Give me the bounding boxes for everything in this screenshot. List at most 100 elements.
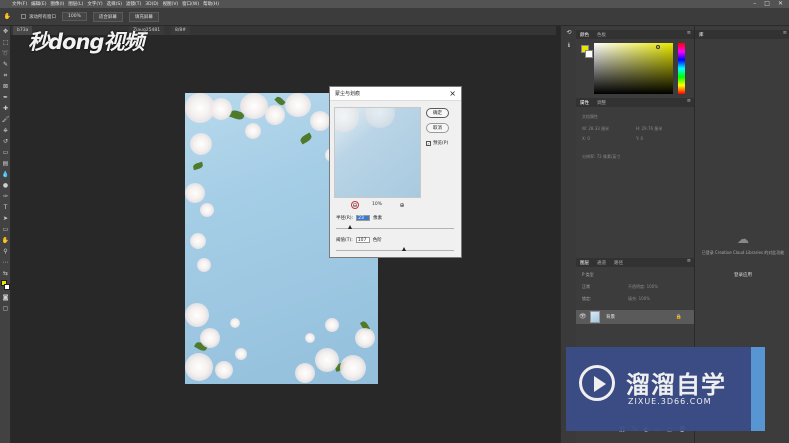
eye-icon[interactable]: 👁	[579, 313, 587, 320]
dialog-preview-image[interactable]	[334, 107, 421, 198]
ok-button[interactable]: 确定	[426, 108, 449, 118]
hand-tool-icon[interactable]: ✋	[0, 235, 11, 246]
threshold-input[interactable]: 107	[355, 237, 370, 243]
screen-mode-icon[interactable]: ▢	[0, 303, 11, 314]
radius-slider-thumb[interactable]	[348, 225, 352, 229]
marquee-tool-icon[interactable]: ⬚	[0, 37, 11, 48]
move-tool-icon[interactable]: ✥	[0, 26, 11, 37]
zoom-value-field[interactable]: 100%	[62, 12, 87, 21]
healing-tool-icon[interactable]: ✚	[0, 103, 11, 114]
panel-menu-icon[interactable]: ≡	[783, 30, 787, 36]
threshold-slider-thumb[interactable]	[402, 247, 406, 251]
menu-item-edit[interactable]: 编辑(E)	[31, 1, 46, 7]
tab-adjustments[interactable]: 调整	[593, 100, 610, 106]
lock-icon[interactable]: 🔒	[676, 314, 682, 320]
color-swatches-icon[interactable]	[0, 279, 11, 292]
pen-tool-icon[interactable]: ✑	[0, 191, 11, 202]
stamp-tool-icon[interactable]: ⎈	[0, 125, 11, 136]
minimize-icon[interactable]: –	[753, 0, 756, 8]
quick-mask-icon[interactable]: ◙	[0, 292, 11, 303]
menu-item-view[interactable]: 视图(V)	[163, 1, 179, 7]
watermark-stripe	[751, 347, 765, 431]
menu-item-3d[interactable]: 3D(D)	[145, 2, 158, 7]
maximize-icon[interactable]: □	[764, 0, 770, 8]
menu-item-layer[interactable]: 图层(L)	[68, 1, 83, 7]
history-panel-icon[interactable]: ⟲	[561, 26, 577, 39]
blur-tool-icon[interactable]: 💧	[0, 169, 11, 180]
tab-color[interactable]: 颜色	[576, 32, 593, 38]
color-picker-cursor	[656, 45, 660, 49]
panel-menu-icon[interactable]: ≡	[687, 258, 691, 264]
path-select-tool-icon[interactable]: ➤	[0, 213, 11, 224]
eyedropper-tool-icon[interactable]: ✒	[0, 92, 11, 103]
tab-swatches[interactable]: 色板	[593, 32, 610, 38]
radius-slider[interactable]	[336, 225, 454, 229]
lasso-tool-icon[interactable]: ➰	[0, 48, 11, 59]
radius-unit: 像素	[373, 216, 383, 221]
radius-label: 半径(R):	[336, 216, 354, 221]
dodge-tool-icon[interactable]: ●	[0, 180, 11, 191]
watermark-banner: 溜溜自学 ZIXUE.3D66.COM	[566, 347, 765, 431]
radius-input[interactable]: 23	[356, 215, 371, 221]
more-tools-icon[interactable]: ⋯	[0, 257, 11, 268]
quick-select-tool-icon[interactable]: ✎	[0, 59, 11, 70]
property-x: X: 0	[582, 136, 590, 141]
zoom-out-icon[interactable]: ⊖	[351, 201, 359, 209]
type-tool-icon[interactable]: T	[0, 202, 11, 213]
menu-item-image[interactable]: 图像(I)	[50, 1, 64, 7]
layer-row[interactable]: 👁 背景 🔒	[576, 310, 694, 324]
preview-checkbox[interactable]: ✓ 预览(P)	[426, 140, 448, 146]
eraser-tool-icon[interactable]: ▭	[0, 147, 11, 158]
brush-tool-icon[interactable]: 🖌	[0, 114, 11, 125]
menu-item-select[interactable]: 选择(S)	[107, 1, 122, 7]
panel-menu-icon[interactable]: ≡	[687, 30, 691, 36]
tab-layers[interactable]: 图层	[576, 260, 593, 266]
crop-tool-icon[interactable]: ⌗	[0, 70, 11, 81]
threshold-label: 阈值(T):	[336, 238, 353, 243]
menu-item-window[interactable]: 窗口(W)	[182, 1, 199, 7]
menu-item-filter[interactable]: 滤镜(T)	[126, 1, 141, 7]
layers-panel-tabs: 图层 通道 路径 ≡	[576, 258, 694, 267]
layer-thumbnail	[590, 311, 600, 323]
background-color-swatch[interactable]	[585, 50, 593, 58]
shape-tool-icon[interactable]: ▭	[0, 224, 11, 235]
layers-kind-filter[interactable]: P 类型	[582, 272, 594, 278]
menu-bar: 文件(F) 编辑(E) 图像(I) 图层(L) 文字(Y) 选择(S) 滤镜(T…	[0, 0, 789, 8]
watermark-title: 溜溜自学	[626, 371, 726, 399]
swap-colors-icon[interactable]: ⇆	[0, 268, 11, 279]
tab-channels[interactable]: 通道	[593, 260, 610, 266]
fill-screen-button[interactable]: 填充屏幕	[128, 11, 159, 22]
hue-slider[interactable]	[678, 43, 685, 94]
fill-field[interactable]: 填充: 100%	[628, 296, 650, 302]
preview-checkbox-label: 预览(P)	[433, 141, 449, 146]
zoom-tool-icon[interactable]: ⚲	[0, 246, 11, 257]
hand-tool-icon[interactable]: ✋	[2, 11, 13, 22]
dust-scratches-dialog: 蒙尘与划痕 × 确定 取消 ✓ 预览(P) ⊖ 10% ⊕ 半径(R): 23 …	[329, 86, 462, 258]
document-tab-suffix[interactable]: 8/8#	[171, 26, 191, 35]
tab-properties[interactable]: 属性	[576, 100, 593, 106]
history-brush-tool-icon[interactable]: ↺	[0, 136, 11, 147]
threshold-slider[interactable]	[336, 247, 454, 251]
tab-libraries[interactable]: 库	[695, 32, 708, 38]
libraries-signin-link[interactable]: 登录应用	[701, 272, 785, 278]
tab-paths[interactable]: 路径	[610, 260, 627, 266]
blend-mode-select[interactable]: 正常	[582, 284, 590, 290]
properties-panel-icon[interactable]: ℹ	[561, 39, 577, 52]
property-y: Y: 0	[636, 136, 644, 141]
scroll-all-windows-checkbox[interactable]: 滚动所有窗口	[21, 14, 56, 20]
frame-tool-icon[interactable]: ⊠	[0, 81, 11, 92]
panel-menu-icon[interactable]: ≡	[687, 98, 691, 104]
fit-screen-button[interactable]: 适合屏幕	[92, 11, 123, 22]
cancel-button[interactable]: 取消	[426, 123, 449, 133]
dialog-close-icon[interactable]: ×	[449, 89, 456, 98]
checkbox-check-icon: ✓	[426, 140, 431, 146]
menu-item-type[interactable]: 文字(Y)	[87, 1, 102, 7]
layer-name[interactable]: 背景	[606, 314, 615, 320]
menu-item-file[interactable]: 文件(F)	[12, 1, 27, 7]
menu-item-help[interactable]: 帮助(H)	[203, 1, 219, 7]
color-field[interactable]	[594, 43, 673, 94]
opacity-field[interactable]: 不透明度: 100%	[628, 284, 658, 290]
zoom-in-icon[interactable]: ⊕	[398, 201, 406, 209]
gradient-tool-icon[interactable]: ▤	[0, 158, 11, 169]
close-icon[interactable]: ✕	[778, 0, 783, 8]
